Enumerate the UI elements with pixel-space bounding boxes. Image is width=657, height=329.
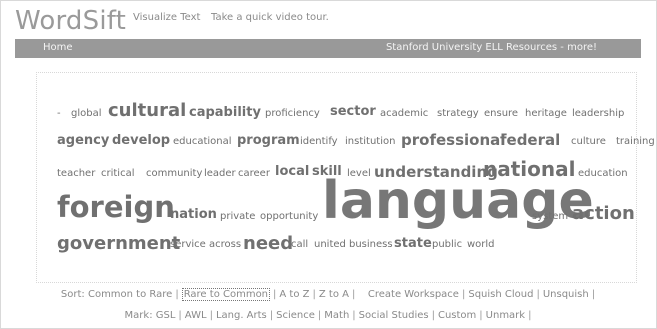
separator: | <box>175 289 179 300</box>
cloud-word[interactable]: opportunity <box>260 212 318 222</box>
cloud-word[interactable]: proficiency <box>265 109 320 119</box>
mark-math-link[interactable]: Math <box>324 310 349 321</box>
cloud-word[interactable]: federal <box>500 133 560 148</box>
mark-social-studies-link[interactable]: Social Studies <box>359 310 429 321</box>
cloud-word[interactable]: community <box>146 169 202 179</box>
cloud-word[interactable]: - <box>57 109 61 119</box>
mark-science-link[interactable]: Science <box>276 310 315 321</box>
cloud-word[interactable]: across <box>209 240 241 250</box>
cloud-word[interactable]: local <box>275 165 309 178</box>
unmark-link[interactable]: Unmark <box>486 310 525 321</box>
cloud-word[interactable]: critical <box>101 169 135 179</box>
sort-controls: Sort: Common to Rare | Rare to Common | A to… <box>1 288 657 301</box>
sort-rare-to-common-link[interactable]: Rare to Common <box>181 288 271 301</box>
separator: | <box>591 289 596 300</box>
cloud-word[interactable]: develop <box>112 134 170 147</box>
cloud-word[interactable]: action <box>572 205 635 223</box>
wordsift-logo[interactable]: WordSift <box>15 6 126 36</box>
cloud-word[interactable]: academic <box>380 109 428 119</box>
cloud-word[interactable]: foreign <box>57 193 175 222</box>
separator: | <box>479 310 483 321</box>
tagline: Visualize Text <box>133 12 201 23</box>
cloud-word[interactable]: government <box>57 235 180 253</box>
cloud-word[interactable]: need <box>243 235 293 253</box>
mark-controls: Mark: GSL | AWL | Lang. Arts | Science | Math | So… <box>1 310 657 321</box>
cloud-word[interactable]: cultural <box>108 102 186 120</box>
cloud-word[interactable]: program <box>237 134 300 147</box>
cloud-word[interactable]: heritage <box>525 109 567 119</box>
cloud-word[interactable]: world <box>467 240 495 250</box>
create-workspace-link[interactable]: Create Workspace <box>368 289 459 300</box>
cloud-word[interactable]: leader <box>204 169 236 179</box>
mark-lang-arts-link[interactable]: Lang. Arts <box>216 310 267 321</box>
cloud-word[interactable]: educational <box>173 137 232 147</box>
separator: | <box>178 310 182 321</box>
squish-cloud-link[interactable]: Squish Cloud <box>468 289 533 300</box>
cloud-word[interactable]: global <box>71 109 102 119</box>
mark-custom-link[interactable]: Custom <box>438 310 476 321</box>
mark-label: Mark: <box>124 310 153 321</box>
wordsift-page: WordSift Visualize Text Take a quick vid… <box>0 0 657 329</box>
cloud-word[interactable]: private <box>220 212 255 222</box>
mark-gsl-link[interactable]: GSL <box>156 310 176 321</box>
cloud-word[interactable]: culture <box>571 137 606 147</box>
cloud-word[interactable]: capability <box>189 106 261 119</box>
separator: | <box>209 310 213 321</box>
nav-home-link[interactable]: Home <box>43 42 73 53</box>
cloud-word[interactable]: system <box>532 212 568 222</box>
cloud-word[interactable]: leadership <box>572 109 624 119</box>
separator: | <box>352 310 356 321</box>
video-tour-link[interactable]: Take a quick video tour. <box>211 12 329 23</box>
cloud-word[interactable]: institution <box>345 137 395 147</box>
cloud-word[interactable]: professional <box>401 133 505 148</box>
cloud-word[interactable]: teacher <box>57 169 95 179</box>
cloud-word[interactable]: sector <box>330 105 376 118</box>
cloud-word[interactable]: public <box>432 240 462 250</box>
cloud-word[interactable]: service <box>170 240 206 250</box>
cloud-word[interactable]: nation <box>170 208 217 221</box>
mark-awl-link[interactable]: AWL <box>185 310 207 321</box>
cloud-word[interactable]: business <box>349 240 393 250</box>
cloud-word[interactable]: state <box>394 237 432 250</box>
separator: | <box>273 289 277 300</box>
cloud-word[interactable]: ensure <box>484 109 518 119</box>
cloud-word[interactable]: call <box>291 240 308 250</box>
separator: | <box>269 310 274 321</box>
sort-label: Sort: <box>60 289 85 300</box>
separator: | <box>351 289 356 300</box>
nav-resources-link[interactable]: Stanford University ELL Resources - more… <box>386 42 597 53</box>
cloud-word[interactable]: strategy <box>437 109 479 119</box>
cloud-word[interactable]: identify <box>300 137 338 147</box>
separator: | <box>528 310 532 321</box>
separator: | <box>431 310 435 321</box>
separator: | <box>312 289 316 300</box>
cloud-word[interactable]: united <box>314 240 346 250</box>
word-cloud: - global cultural capability proficiency… <box>36 72 655 283</box>
separator: | <box>317 310 322 321</box>
cloud-word[interactable]: agency <box>57 134 109 147</box>
cloud-word[interactable]: career <box>238 169 270 179</box>
sort-z-to-a-link[interactable]: Z to A <box>319 289 349 300</box>
header: WordSift Visualize Text Take a quick vid… <box>1 1 657 39</box>
unsquish-link[interactable]: Unsquish <box>543 289 589 300</box>
cloud-word[interactable]: training <box>616 137 655 147</box>
sort-common-to-rare-link[interactable]: Common to Rare <box>88 289 172 300</box>
separator: | <box>461 289 466 300</box>
separator: | <box>536 289 540 300</box>
sort-a-to-z-link[interactable]: A to Z <box>279 289 309 300</box>
nav-bar: Home Stanford University ELL Resources -… <box>15 39 641 58</box>
